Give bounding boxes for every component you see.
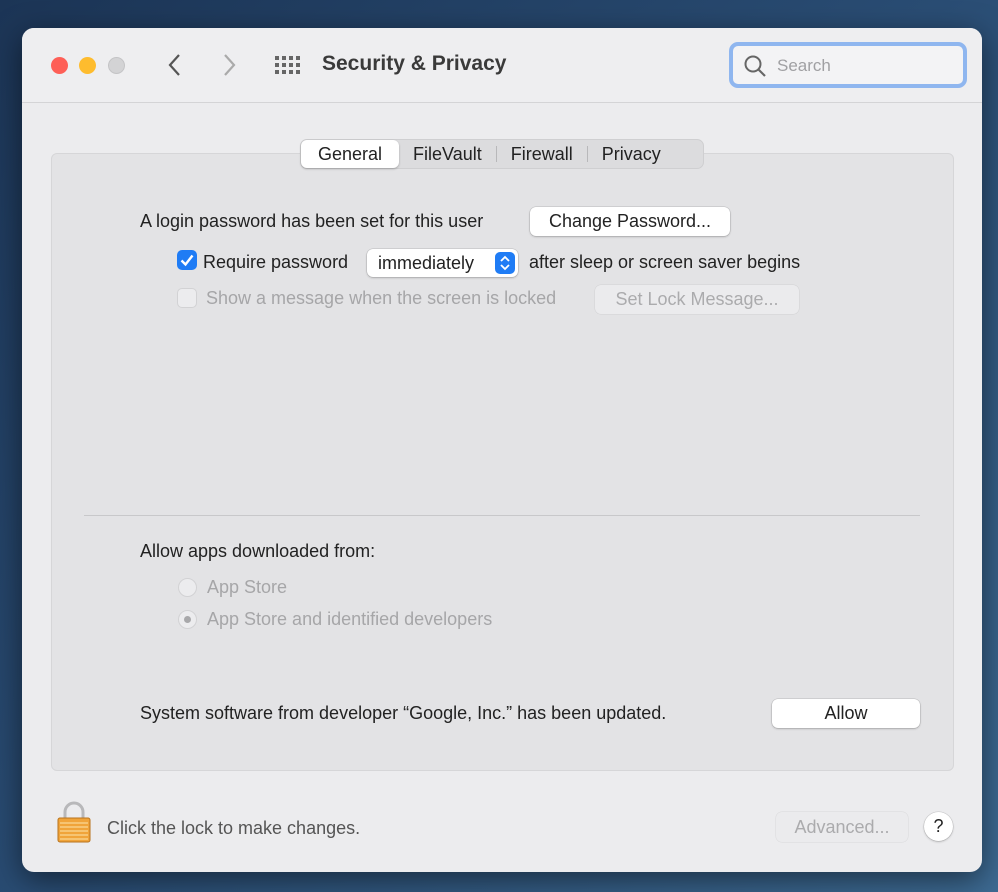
search-placeholder: Search	[777, 56, 831, 75]
require-password-checkbox[interactable]	[177, 250, 197, 270]
radio-app-store[interactable]	[178, 578, 197, 597]
radio-identified-developers-label: App Store and identified developers	[207, 609, 493, 629]
tab-privacy[interactable]: Privacy	[588, 140, 675, 168]
search-icon	[744, 55, 766, 77]
require-password-value: immediately	[378, 253, 475, 273]
lock-icon[interactable]	[57, 801, 91, 848]
after-sleep-text: after sleep or screen saver begins	[529, 252, 801, 272]
show-message-checkbox[interactable]	[177, 288, 197, 308]
require-password-label: Require password	[203, 252, 349, 272]
radio-identified-developers[interactable]	[178, 610, 197, 629]
window-title: Security & Privacy	[322, 52, 507, 75]
lock-text: Click the lock to make changes.	[107, 818, 361, 838]
require-password-popup[interactable]: immediately	[367, 249, 518, 277]
search-input[interactable]: Search	[729, 42, 967, 88]
checkmark-icon	[180, 254, 194, 267]
set-lock-message-button[interactable]: Set Lock Message...	[595, 285, 799, 314]
minimize-button[interactable]	[79, 57, 96, 74]
system-software-text: System software from developer “Google, …	[140, 703, 667, 723]
titlebar: Security & Privacy Search	[22, 28, 982, 103]
zoom-button[interactable]	[108, 57, 125, 74]
advanced-button[interactable]: Advanced...	[776, 812, 908, 842]
tab-filevault[interactable]: FileVault	[399, 140, 496, 168]
popup-stepper-icon	[495, 252, 515, 274]
login-password-text: A login password has been set for this u…	[140, 211, 484, 231]
help-button[interactable]: ?	[924, 812, 953, 841]
tab-general[interactable]: General	[301, 140, 400, 168]
security-privacy-window: Security & Privacy Search General FileVa…	[22, 28, 982, 872]
back-chevron-icon[interactable]	[167, 53, 183, 77]
show-message-label: Show a message when the screen is locked	[206, 288, 557, 308]
allow-apps-label: Allow apps downloaded from:	[140, 541, 376, 561]
tab-firewall[interactable]: Firewall	[497, 140, 587, 168]
forward-chevron-icon[interactable]	[221, 53, 237, 77]
radio-app-store-label: App Store	[207, 577, 288, 597]
radio-dot	[184, 616, 191, 623]
show-all-grid-icon[interactable]	[274, 55, 302, 75]
section-divider	[84, 515, 920, 516]
allow-button[interactable]: Allow	[772, 699, 920, 728]
close-button[interactable]	[51, 57, 68, 74]
change-password-button[interactable]: Change Password...	[530, 207, 730, 236]
general-panel	[51, 153, 954, 771]
tab-bar: General FileVault Firewall Privacy	[300, 139, 704, 169]
